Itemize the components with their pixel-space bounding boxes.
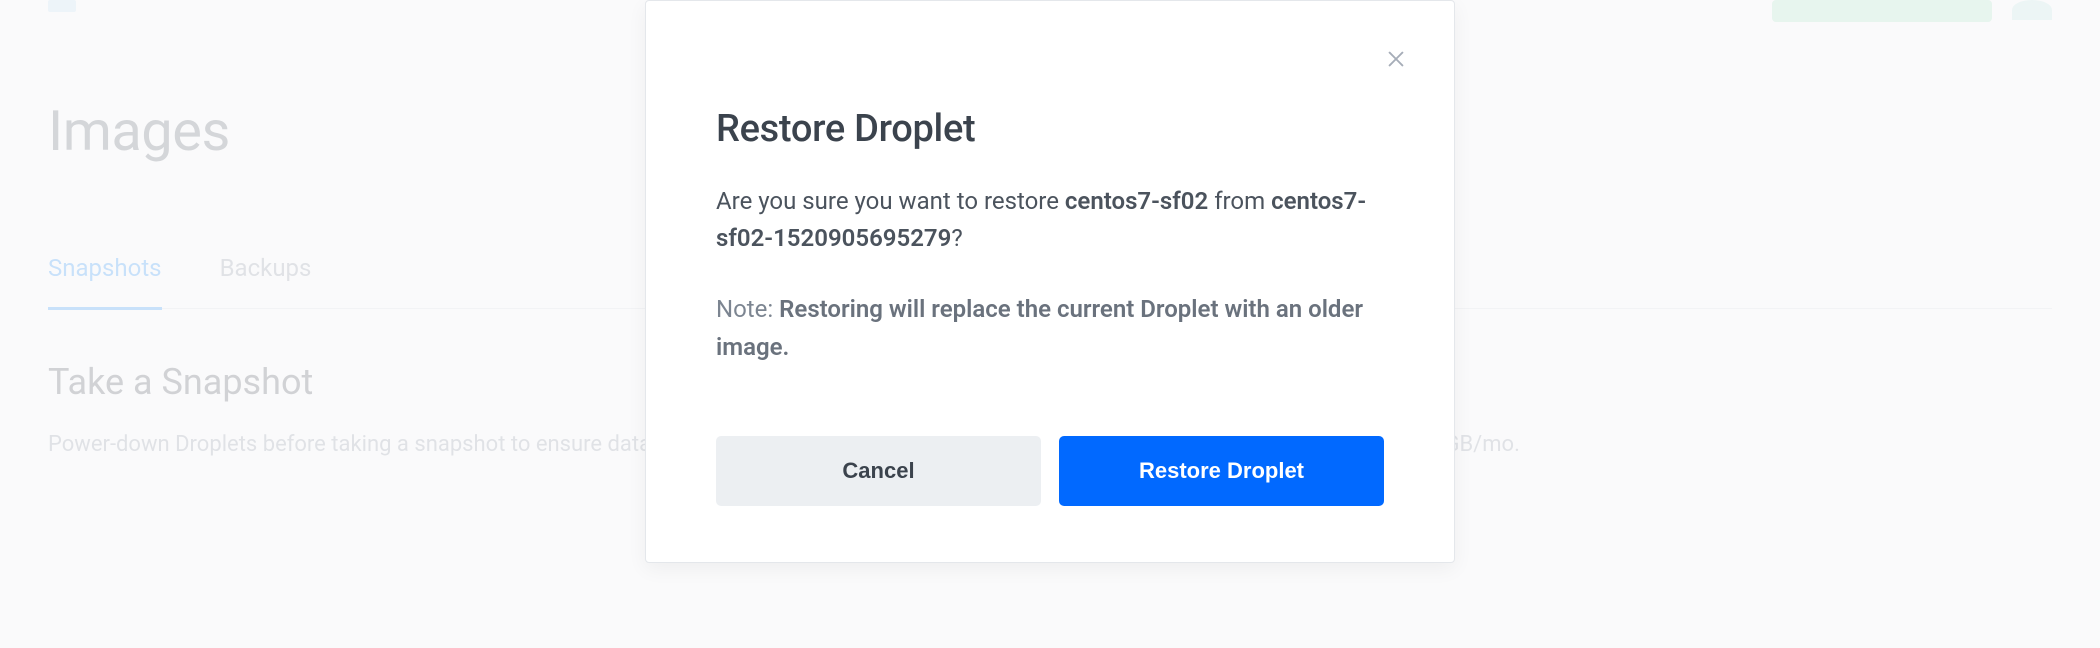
modal-note: Note: Restoring will replace the current… [716,291,1384,365]
cancel-label: Cancel [842,458,914,484]
close-icon [1385,48,1407,70]
restore-button[interactable]: Restore Droplet [1059,436,1384,506]
confirm-suffix: ? [951,224,962,252]
droplet-name: centos7-sf02 [1065,187,1208,215]
note-label: Note: [716,295,779,323]
confirm-middle: from [1208,187,1271,215]
close-button[interactable] [1376,39,1416,79]
restore-label: Restore Droplet [1139,458,1304,484]
restore-droplet-modal: Restore Droplet Are you sure you want to… [645,0,1455,563]
modal-actions: Cancel Restore Droplet [716,436,1384,506]
confirm-prefix: Are you sure you want to restore [716,187,1065,215]
note-text: Restoring will replace the current Dropl… [716,295,1363,360]
cancel-button[interactable]: Cancel [716,436,1041,506]
modal-confirm-text: Are you sure you want to restore centos7… [716,183,1384,257]
modal-title: Restore Droplet [716,107,1384,151]
